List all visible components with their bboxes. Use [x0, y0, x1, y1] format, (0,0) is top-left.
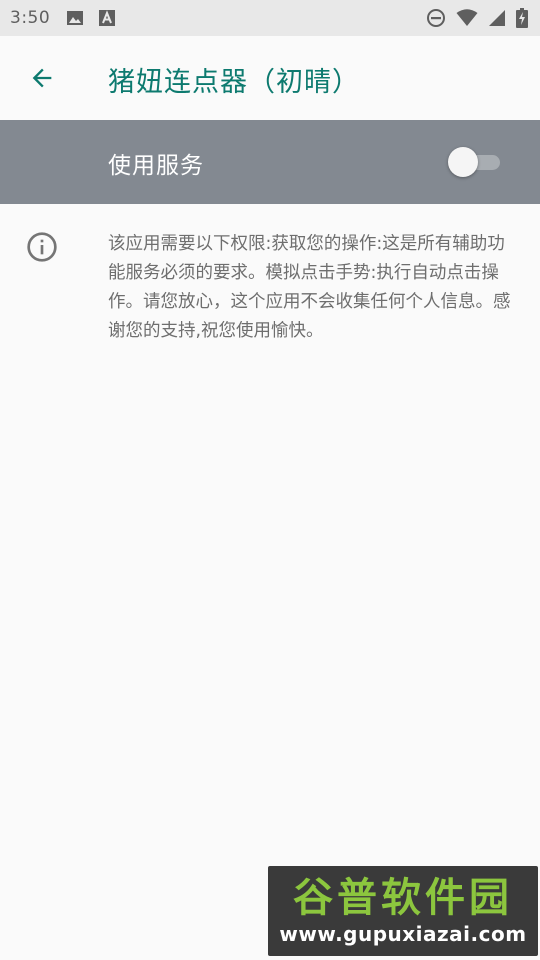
- do-not-disturb-icon: [427, 9, 445, 27]
- watermark-logo-text: 谷普软件园: [293, 875, 513, 921]
- status-time: 3:50: [10, 8, 51, 28]
- watermark-url: www.gupuxiazai.com: [279, 922, 527, 946]
- app-bar: 猪妞连点器（初晴）: [0, 36, 540, 120]
- status-bar: 3:50: [0, 0, 540, 36]
- watermark: 谷普软件园 www.gupuxiazai.com: [268, 866, 538, 956]
- description-text: 该应用需要以下权限:获取您的操作:这是所有辅助功能服务必须的要求。模拟点击手势:…: [108, 234, 511, 341]
- status-right-icons: [426, 8, 528, 28]
- info-icon: [27, 232, 57, 262]
- service-switch-bar[interactable]: 使用服务: [0, 120, 540, 204]
- battery-charging-icon: [516, 8, 528, 28]
- screen: 3:50 猪妞连点器（初晴） 使用服务 该应用需要以下权限:获取您的操作:这是所…: [0, 0, 540, 960]
- image-icon: [67, 11, 84, 25]
- back-button[interactable]: [14, 50, 70, 106]
- toggle-thumb: [448, 147, 478, 177]
- wifi-icon: [456, 9, 478, 26]
- status-left-icons: [66, 9, 116, 27]
- text-a-icon: [99, 10, 116, 26]
- signal-icon: [489, 10, 505, 26]
- arrow-back-icon: [32, 68, 52, 88]
- page-title: 猪妞连点器（初晴）: [108, 67, 360, 98]
- service-switch-label: 使用服务: [108, 153, 204, 179]
- service-toggle[interactable]: [448, 147, 502, 177]
